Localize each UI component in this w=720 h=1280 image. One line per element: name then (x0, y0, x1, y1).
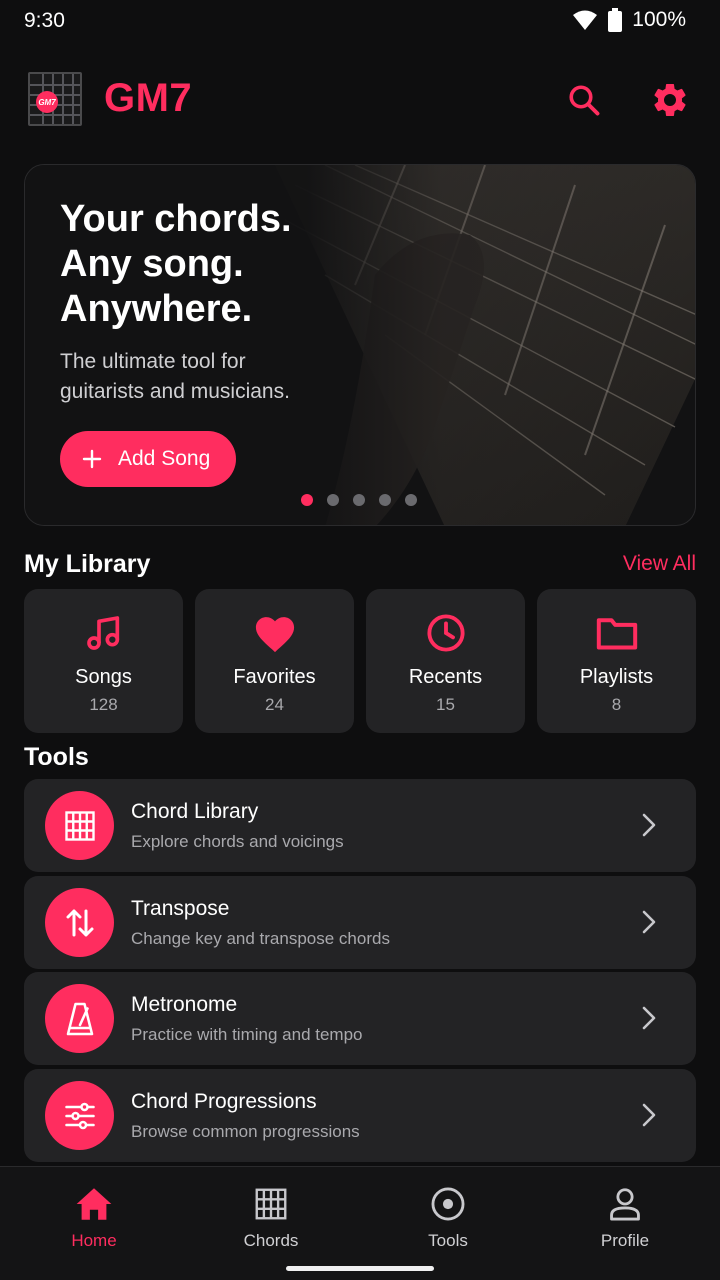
library-card-label: Songs (75, 666, 132, 688)
wifi-icon (573, 10, 598, 30)
app-title: GM7 (104, 76, 193, 120)
tool-row-chord-progressions[interactable]: Chord Progressions Browse common progres… (24, 1069, 696, 1162)
hero-subtitle: The ultimate tool for guitarists and mus… (60, 347, 290, 407)
chord-grid-icon (255, 1188, 287, 1220)
target-icon (431, 1187, 465, 1221)
status-time: 9:30 (24, 9, 65, 32)
nav-label: Home (71, 1231, 117, 1250)
carousel-dot[interactable] (405, 494, 417, 506)
library-grid: Songs 128 Favorites 24 Recents 15 Playli… (24, 589, 696, 733)
tool-description: Browse common progressions (131, 1122, 360, 1141)
carousel-dot[interactable] (379, 494, 391, 506)
settings-button[interactable] (648, 78, 692, 122)
chevron-right-icon (634, 907, 664, 937)
library-card-label: Playlists (579, 666, 654, 688)
tool-row-metronome[interactable]: Metronome Practice with timing and tempo (24, 972, 696, 1065)
library-title: My Library (24, 550, 151, 578)
nav-item-tools[interactable]: Tools (388, 1185, 508, 1251)
library-card-count: 8 (611, 695, 622, 714)
add-song-button[interactable]: Add Song (60, 431, 236, 487)
gear-icon (654, 83, 686, 116)
status-icons: 100% (572, 8, 686, 32)
tool-title: Chord Progressions (131, 1090, 317, 1113)
add-song-label: Add Song (118, 447, 211, 470)
library-card-label: Favorites (233, 666, 316, 688)
nav-item-profile[interactable]: Profile (565, 1185, 685, 1251)
person-icon (610, 1188, 640, 1221)
music-note-icon (82, 611, 126, 655)
battery-percent: 100% (632, 8, 686, 31)
hero-headline: Your chords. Any song. Anywhere. (60, 197, 292, 332)
nav-label: Tools (428, 1231, 468, 1250)
sliders-icon (45, 1081, 114, 1150)
chord-grid-icon (45, 791, 114, 860)
app-logo: GM7 (28, 72, 82, 126)
transpose-arrows-icon (45, 888, 114, 957)
chevron-right-icon (634, 810, 664, 840)
library-card-count: 24 (265, 695, 284, 714)
metronome-icon (45, 984, 114, 1053)
tool-title: Chord Library (131, 800, 259, 823)
hero-headline-line: Your chords. (60, 198, 292, 240)
library-card-count: 15 (436, 695, 455, 714)
chevron-right-icon (634, 1003, 664, 1033)
library-card-songs[interactable]: Songs 128 (24, 589, 183, 733)
view-all-link[interactable]: View All (623, 552, 696, 576)
library-card-playlists[interactable]: Playlists 8 (537, 589, 696, 733)
carousel-indicator (301, 494, 417, 506)
carousel-dot[interactable] (327, 494, 339, 506)
library-card-recents[interactable]: Recents 15 (366, 589, 525, 733)
nav-item-home[interactable]: Home (34, 1185, 154, 1251)
library-card-count: 128 (89, 695, 118, 714)
nav-label: Profile (600, 1231, 650, 1250)
tool-row-chord-library[interactable]: Chord Library Explore chords and voicing… (24, 779, 696, 872)
library-card-label: Recents (408, 666, 483, 688)
folder-icon (595, 611, 639, 655)
hero-headline-line: Anywhere. (60, 288, 253, 330)
search-button[interactable] (562, 78, 606, 122)
carousel-dot[interactable] (353, 494, 365, 506)
hero-headline-line: Any song. (60, 243, 244, 285)
hero-banner[interactable]: Your chords. Any song. Anywhere. The ult… (24, 164, 696, 526)
status-bar: 9:30 100% (0, 0, 720, 44)
plus-icon (82, 449, 102, 469)
tool-description: Practice with timing and tempo (131, 1025, 363, 1044)
app-header: GM7 GM7 (0, 66, 720, 138)
search-icon (569, 85, 600, 116)
tool-description: Explore chords and voicings (131, 832, 344, 851)
library-card-favorites[interactable]: Favorites 24 (195, 589, 354, 733)
heart-icon (253, 611, 297, 655)
chevron-right-icon (634, 1100, 664, 1130)
tools-title: Tools (24, 743, 89, 771)
tool-title: Metronome (131, 993, 238, 1016)
bottom-navigation: Home Chords Tools Profile (0, 1166, 720, 1280)
nav-label: Chords (243, 1231, 299, 1250)
hero-subtitle-line: The ultimate tool for (60, 350, 246, 373)
tool-row-transpose[interactable]: Transpose Change key and transpose chord… (24, 876, 696, 969)
nav-item-chords[interactable]: Chords (211, 1185, 331, 1251)
carousel-dot[interactable] (301, 494, 313, 506)
clock-icon (424, 611, 468, 655)
hero-subtitle-line: guitarists and musicians. (60, 380, 290, 403)
battery-icon (608, 8, 623, 32)
logo-badge: GM7 (36, 91, 58, 113)
tool-description: Change key and transpose chords (131, 929, 390, 948)
home-icon (76, 1188, 112, 1220)
tool-title: Transpose (131, 897, 230, 920)
home-indicator[interactable] (286, 1266, 434, 1271)
